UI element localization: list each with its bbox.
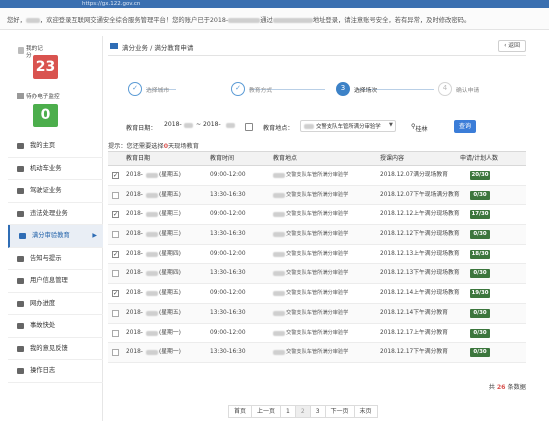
pending-label: 待办电子监控	[26, 94, 60, 100]
city-link[interactable]: ⚲ 桂林	[411, 123, 428, 133]
score-icon	[18, 47, 24, 54]
page-2-button[interactable]: 2	[294, 405, 311, 418]
quota-badge: 20/30	[470, 171, 490, 180]
quota-badge: 17/30	[470, 210, 490, 220]
chevron-right-icon: ▶	[92, 232, 97, 239]
education-icon	[19, 233, 26, 239]
selection-hint: 提示：您还需要选择0天现场教育	[108, 143, 199, 150]
next-page-button[interactable]: 下一页	[324, 405, 355, 418]
sidebar-item-violation[interactable]: 违法处理业务	[8, 203, 103, 225]
sidebar-item-notice[interactable]: 告知与提示	[8, 248, 103, 270]
last-page-button[interactable]: 末页	[353, 405, 378, 418]
row-checkbox[interactable]	[112, 349, 119, 357]
prev-page-button[interactable]: 上一页	[251, 405, 282, 418]
quota-badge: 0/30	[470, 230, 490, 240]
notice-text: 您好， ，欢迎登录互联网交通安全综合服务管理平台！您的账户已于2018- 通过 地址登…	[7, 17, 471, 24]
row-checkbox[interactable]: ✓	[112, 250, 119, 258]
place-select[interactable]: 交警支队车管所满分审验学 ▼	[300, 120, 396, 132]
step-4-label: 确认申请	[456, 88, 480, 94]
feedback-icon	[17, 345, 24, 352]
sidebar-item-log[interactable]: 操作日志	[8, 360, 103, 383]
progress-icon	[17, 300, 24, 307]
first-page-button[interactable]: 首页	[228, 405, 253, 418]
row-checkbox[interactable]	[112, 309, 119, 317]
table-row[interactable]: ✓ 2018- (星期五) 09:00-12:00 交警支队车管所满分审验学 2…	[108, 166, 526, 186]
row-checkbox[interactable]	[112, 270, 119, 278]
row-checkbox[interactable]: ✓	[112, 290, 119, 298]
table-row[interactable]: 2018- (星期一) 13:30-16:30 交警支队车管所满分审验学 201…	[108, 343, 526, 363]
sidebar-item-home[interactable]: 我的主页	[8, 135, 103, 158]
quota-badge: 0/30	[470, 308, 490, 318]
row-checkbox[interactable]	[112, 191, 119, 199]
row-checkbox[interactable]	[112, 231, 119, 239]
log-icon	[17, 368, 24, 374]
quota-badge: 18/30	[470, 249, 490, 259]
row-checkbox[interactable]: ✓	[112, 211, 119, 219]
sidebar-item-progress[interactable]: 网办进度	[8, 293, 103, 315]
step-2-icon: ✓	[231, 82, 245, 96]
table-row[interactable]: ✓ 2018- (星期三) 09:00-12:00 交警支队车管所满分审验学 2…	[108, 205, 526, 226]
table-header: 教育日期 教育时间 教育地点 授课内容 申请/计划人数	[108, 152, 526, 166]
home-icon	[17, 143, 24, 149]
sidebar-item-education[interactable]: 满分审验教育 ▶	[8, 225, 103, 248]
query-button[interactable]: 查询	[454, 120, 476, 133]
table-row[interactable]: ✓ 2018- (星期四) 09:00-12:00 交警支队车管所满分审验学 2…	[108, 245, 526, 265]
main-content: 满分业务 / 满分教育申请 ‹ 返回 ✓ 选择城市 ✓ 教育方式 3 选择场次 …	[108, 36, 526, 421]
date-range-input[interactable]: 2018- ~ 2018-	[164, 120, 244, 132]
masked-time	[228, 17, 261, 23]
step-3-icon: 3	[336, 82, 350, 96]
quota-badge: 0/30	[470, 328, 490, 338]
breadcrumb: 满分业务 / 满分教育申请 ‹ 返回	[108, 36, 526, 56]
bell-icon	[17, 255, 24, 262]
sidebar-item-accident[interactable]: 事故快处	[8, 315, 103, 338]
login-notice: 您好， ，欢迎登录互联网交通安全综合服务管理平台！您的账户已于2018- 通过 地址登…	[0, 8, 549, 30]
session-table: 教育日期 教育时间 教育地点 授课内容 申请/计划人数 ✓ 2018- (星期五…	[108, 151, 526, 363]
url-text: https://gx.122.gov.cn	[82, 1, 141, 7]
table-row[interactable]: 2018- (星期一) 09:00-12:00 交警支队车管所满分审验学 201…	[108, 324, 526, 344]
row-checkbox[interactable]	[112, 329, 119, 337]
masked-name	[25, 17, 40, 23]
table-row[interactable]: 2018- (星期五) 13:30-16:30 交警支队车管所满分审验学 201…	[108, 303, 526, 324]
sidebar-item-feedback[interactable]: 我的意见反馈	[8, 338, 103, 360]
sidebar-item-user[interactable]: 用户信息管理	[8, 270, 103, 293]
table-row[interactable]: 2018- (星期三) 13:30-16:30 交警支队车管所满分审验学 201…	[108, 225, 526, 245]
back-button[interactable]: ‹ 返回	[498, 40, 526, 52]
sidebar-item-vehicle[interactable]: 机动车业务	[8, 158, 103, 180]
table-row[interactable]: 2018- (星期四) 13:30-16:30 交警支队车管所满分审验学 201…	[108, 264, 526, 285]
page-3-button[interactable]: 3	[309, 405, 326, 418]
breadcrumb-icon	[110, 43, 118, 49]
step-1-icon: ✓	[128, 82, 142, 96]
step-4-icon: 4	[438, 82, 452, 96]
row-checkbox[interactable]: ✓	[112, 172, 119, 179]
car-icon	[17, 165, 24, 172]
sidebar-item-license[interactable]: 驾驶证业务	[8, 180, 103, 203]
step-indicator: ✓ 选择城市 ✓ 教育方式 3 选择场次 4 确认申请	[108, 80, 526, 100]
quota-badge: 0/30	[470, 269, 490, 279]
calendar-icon[interactable]	[245, 123, 253, 131]
quota-badge: 19/30	[470, 289, 490, 299]
user-icon	[17, 278, 24, 284]
pagination: 首页 上一页 1 2 3 下一页 末页	[228, 405, 378, 418]
score-value[interactable]: 23	[33, 55, 58, 79]
place-label: 教育地点：	[263, 125, 294, 132]
accident-icon	[17, 323, 24, 329]
camera-icon	[17, 210, 24, 217]
quota-badge: 0/30	[470, 348, 490, 358]
breadcrumb-text: 满分业务 / 满分教育申请	[122, 44, 194, 52]
table-row[interactable]: 2018- (星期五) 13:30-16:30 交警支队车管所满分审验学 201…	[108, 185, 526, 206]
table-row[interactable]: ✓ 2018- (星期五) 09:00-12:00 交警支队车管所满分审验学 2…	[108, 284, 526, 304]
sidebar-menu: 我的主页 机动车业务 驾驶证业务 违法处理业务 满分审验教育 ▶ 告知与提示 用户…	[8, 135, 103, 383]
step-2-label: 教育方式	[249, 88, 273, 94]
step-3-label: 选择场次	[354, 88, 378, 94]
masked-ip	[272, 17, 313, 23]
date-label: 教育日期：	[126, 125, 157, 132]
pending-value[interactable]: 0	[33, 104, 58, 127]
license-icon	[17, 188, 24, 194]
browser-bar: https://gx.122.gov.cn	[0, 0, 549, 8]
chevron-down-icon: ▼	[389, 122, 393, 128]
quota-badge: 0/30	[470, 190, 490, 200]
page-1-button[interactable]: 1	[280, 405, 296, 418]
step-1-label: 选择城市	[146, 88, 170, 94]
total-count: 共 26 条数据	[488, 384, 526, 391]
